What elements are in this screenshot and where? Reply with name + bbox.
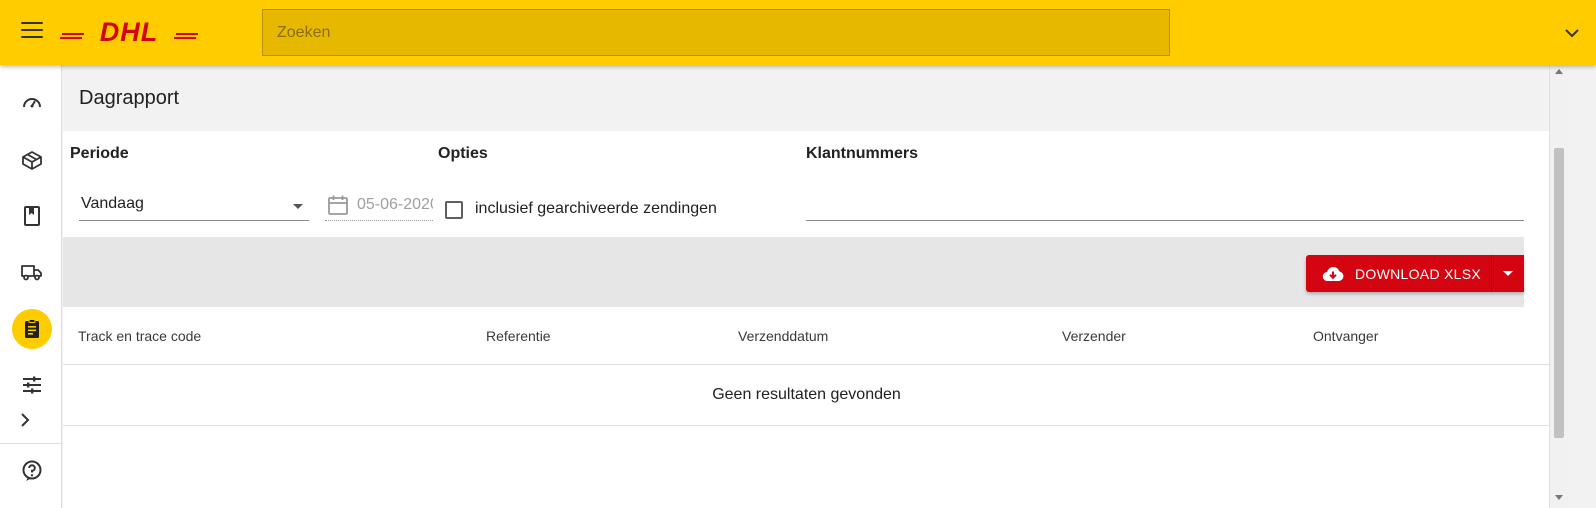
- sidebar-item-shipments[interactable]: [12, 140, 52, 180]
- table-header: Track en trace code Referentie Verzendda…: [63, 307, 1550, 365]
- report-toolbar: DOWNLOAD XLSX: [63, 237, 1524, 307]
- help-icon: [22, 460, 42, 481]
- sidebar-item-dashboard[interactable]: [12, 83, 52, 123]
- search-box[interactable]: [262, 9, 1170, 56]
- sidebar-divider: [0, 443, 62, 444]
- include-archived-checkbox[interactable]: [445, 201, 463, 219]
- download-options-toggle[interactable]: [1491, 255, 1524, 292]
- book-icon: [24, 206, 40, 226]
- top-bar: DHL: [0, 0, 1596, 65]
- sliders-icon: [23, 376, 41, 394]
- sidebar-item-addressbook[interactable]: [12, 196, 52, 236]
- cloud-download-icon: [1322, 266, 1344, 281]
- caret-down-icon: [1503, 271, 1513, 276]
- download-xlsx-button[interactable]: DOWNLOAD XLSX: [1306, 255, 1524, 292]
- chevron-down-icon[interactable]: [1563, 24, 1581, 42]
- page-scrollbar[interactable]: [1549, 65, 1568, 508]
- column-header-receiver[interactable]: Ontvanger: [1313, 328, 1378, 344]
- table-empty-row: Geen resultaten gevonden: [63, 365, 1550, 426]
- chevron-right-icon[interactable]: [15, 410, 35, 430]
- column-header-reference[interactable]: Referentie: [486, 328, 551, 344]
- date-value: 05-06-2020: [357, 196, 433, 213]
- hamburger-menu-icon[interactable]: [21, 22, 43, 42]
- clipboard-icon: [25, 319, 39, 338]
- customer-numbers-label: Klantnummers: [806, 145, 919, 162]
- package-icon: [22, 151, 42, 170]
- search-input[interactable]: [263, 10, 1169, 55]
- calendar-icon: [328, 195, 348, 215]
- page-title: Dagrapport: [79, 87, 180, 109]
- period-select-value: Vandaag: [81, 195, 144, 212]
- sidebar-item-help[interactable]: [12, 451, 52, 491]
- scrollbar-thumb[interactable]: [1554, 148, 1564, 438]
- sidebar-item-settings[interactable]: [12, 365, 52, 405]
- customer-numbers-input[interactable]: [806, 191, 1524, 221]
- dropdown-caret-icon: [293, 204, 303, 209]
- sidebar: [0, 65, 62, 508]
- column-header-sender[interactable]: Verzender: [1062, 328, 1126, 344]
- dhl-logo[interactable]: DHL: [60, 18, 198, 46]
- truck-icon: [21, 265, 42, 281]
- logo-text: DHL: [100, 18, 159, 46]
- options-label: Opties: [438, 145, 488, 162]
- period-label: Periode: [70, 145, 129, 162]
- sidebar-item-pickups[interactable]: [12, 252, 52, 292]
- download-xlsx-label: DOWNLOAD XLSX: [1355, 265, 1482, 282]
- empty-results-text: Geen resultaten gevonden: [712, 386, 901, 403]
- period-select[interactable]: Vandaag: [79, 191, 309, 221]
- include-archived-label[interactable]: inclusief gearchiveerde zendingen: [475, 200, 717, 218]
- speedometer-icon: [23, 98, 41, 108]
- window-edge: [1568, 65, 1596, 508]
- page-header: Dagrapport: [63, 65, 1581, 131]
- column-header-ship-date[interactable]: Verzenddatum: [738, 328, 828, 344]
- main-content: Dagrapport Periode Opties Klantnummers V…: [63, 65, 1581, 508]
- column-header-track-trace[interactable]: Track en trace code: [78, 328, 201, 344]
- date-field: 05-06-2020: [325, 191, 433, 221]
- scroll-down-arrow-icon[interactable]: [1555, 495, 1563, 500]
- download-xlsx-main[interactable]: DOWNLOAD XLSX: [1306, 255, 1491, 292]
- scroll-up-arrow-icon[interactable]: [1555, 69, 1563, 74]
- sidebar-item-reports[interactable]: [12, 309, 52, 349]
